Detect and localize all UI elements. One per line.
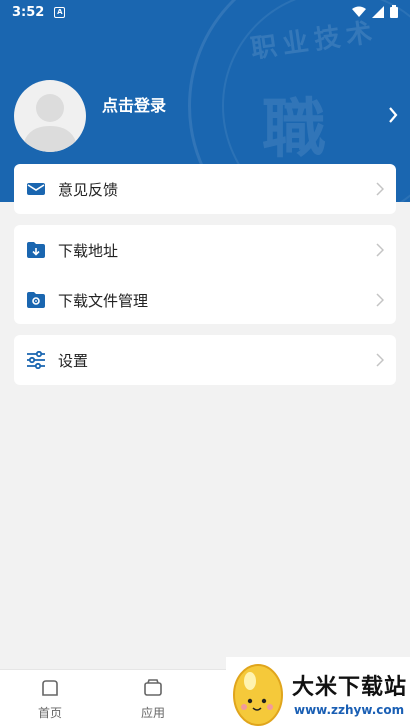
- status-indicators: [352, 5, 398, 18]
- menu-item-download-address[interactable]: 下载地址: [14, 225, 396, 275]
- avatar-silhouette-icon: [22, 94, 78, 152]
- notification-icon: A: [54, 6, 66, 18]
- avatar[interactable]: [14, 80, 86, 152]
- wallet-icon: [144, 679, 162, 696]
- emblem-glyph: 職: [262, 93, 326, 167]
- chevron-right-icon: [376, 182, 384, 196]
- settings-card: 设置: [14, 335, 396, 385]
- tab-apps[interactable]: 应用: [103, 670, 203, 728]
- battery-icon: [390, 5, 398, 18]
- menu-item-download-manager[interactable]: 下载文件管理: [14, 275, 396, 325]
- menu-item-label: 意见反馈: [58, 180, 119, 199]
- menu-item-feedback[interactable]: 意见反馈: [14, 164, 396, 214]
- folder-settings-icon: [27, 292, 45, 308]
- chevron-right-icon: [376, 243, 384, 257]
- site-url: www.zzhyw.com: [294, 703, 405, 717]
- tab-label: 首页: [37, 706, 62, 720]
- chevron-right-icon: [376, 353, 384, 367]
- tab-home[interactable]: 首页: [0, 670, 100, 728]
- site-watermark: 大米下载站 www.zzhyw.com: [226, 657, 410, 728]
- home-icon: [42, 680, 58, 696]
- feedback-card: 意见反馈: [14, 164, 396, 214]
- chevron-right-icon: [376, 293, 384, 307]
- wifi-icon: [352, 6, 366, 17]
- signal-icon: [372, 5, 384, 18]
- sliders-icon: [27, 351, 45, 369]
- menu-item-label: 下载文件管理: [58, 291, 149, 310]
- egg-mascot-icon: [233, 664, 283, 726]
- status-bar: 3:52 A: [0, 0, 410, 24]
- status-time: 3:52: [12, 4, 45, 20]
- menu-item-label: 设置: [58, 351, 89, 370]
- download-card: 下载地址 下载文件管理: [14, 225, 396, 324]
- menu-item-label: 下载地址: [58, 241, 119, 260]
- tab-label: 应用: [140, 706, 165, 720]
- login-link[interactable]: 点击登录: [102, 92, 166, 116]
- chevron-right-icon[interactable]: [388, 106, 398, 124]
- mail-icon: [27, 183, 45, 195]
- folder-download-icon: [27, 242, 45, 258]
- menu-item-settings[interactable]: 设置: [14, 335, 396, 385]
- site-name: 大米下载站: [292, 675, 408, 700]
